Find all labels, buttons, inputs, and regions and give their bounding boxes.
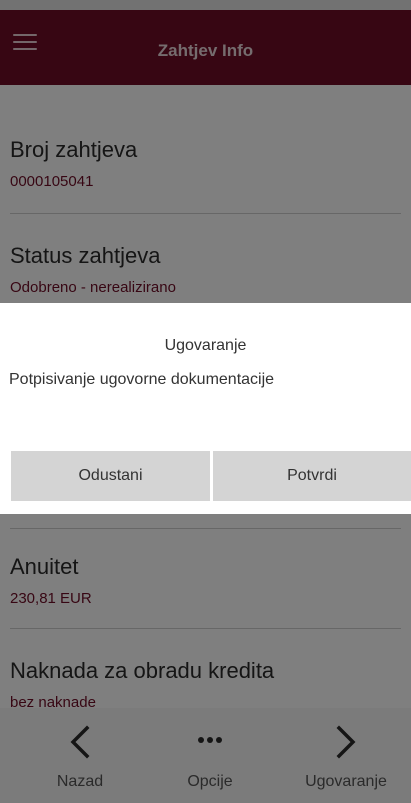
confirm-dialog: Ugovaranje Potpisivanje ugovorne dokumen… (0, 303, 411, 514)
confirm-button[interactable]: Potvrdi (213, 451, 411, 501)
cancel-button[interactable]: Odustani (11, 451, 210, 501)
dialog-title: Ugovaranje (164, 337, 247, 354)
dialog-message: Potpisivanje ugovorne dokumentacije (9, 371, 275, 388)
